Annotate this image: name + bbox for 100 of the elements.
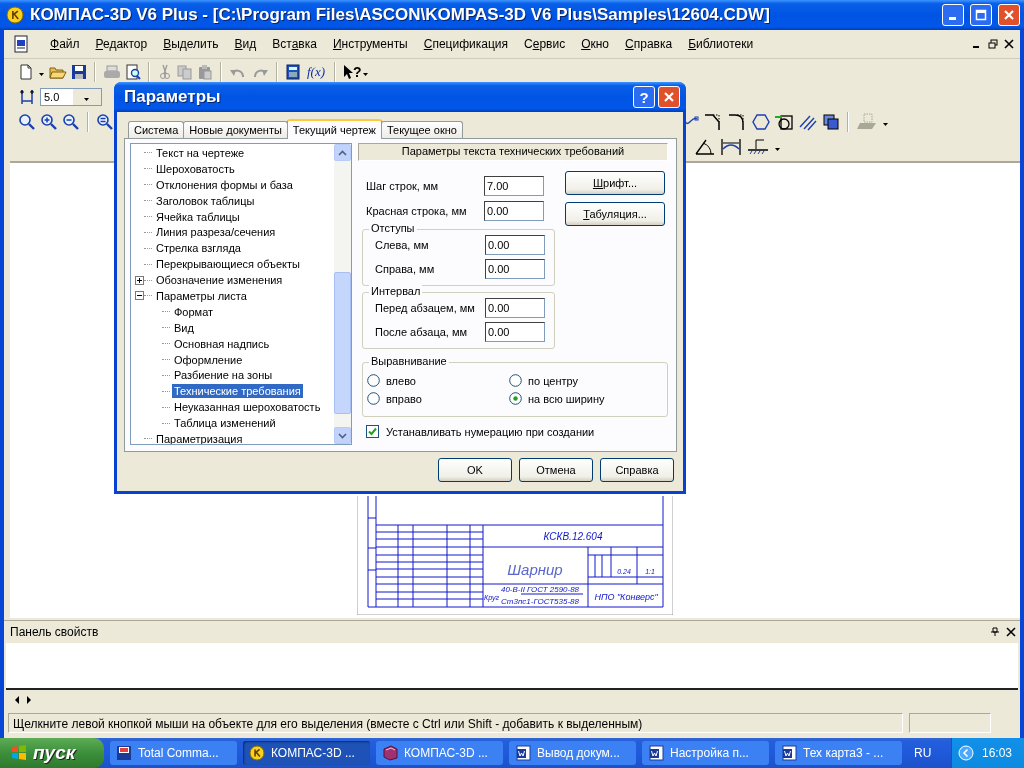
taskbar-item[interactable]: Total Comma... <box>110 741 237 765</box>
menu-item[interactable]: Вставка <box>266 35 323 53</box>
input-field[interactable]: 7.00 <box>484 175 544 196</box>
tree-item[interactable]: Параметры листа <box>154 288 249 303</box>
print-preview-icon[interactable] <box>125 63 141 80</box>
tree-item[interactable]: Заголовок таблицы <box>154 193 257 208</box>
radio-label: влево <box>386 374 416 387</box>
menu-item[interactable]: Инструменты <box>326 35 414 53</box>
close-button[interactable] <box>998 4 1020 26</box>
dialog-button[interactable]: Табуляция... <box>565 202 665 226</box>
document-icon[interactable] <box>12 35 30 53</box>
tree-item[interactable]: Ячейка таблицы <box>154 209 242 224</box>
menu-item[interactable]: Справка <box>619 35 679 53</box>
tree-item[interactable]: Шероховатость <box>154 161 237 176</box>
arc-dimension-icon[interactable] <box>720 136 742 157</box>
close-icon[interactable] <box>1006 627 1016 638</box>
material-text: 40-В-II ГОСТ 2590-88 <box>501 584 580 594</box>
scrollbar[interactable] <box>334 144 351 444</box>
restore-icon[interactable] <box>988 39 998 49</box>
minimize-button[interactable] <box>942 4 964 26</box>
pointer-icon[interactable] <box>343 63 354 80</box>
calculator-icon[interactable] <box>285 63 301 80</box>
zoom-all-icon[interactable] <box>96 112 114 131</box>
scroll-right-icon[interactable] <box>26 696 32 705</box>
input-field[interactable]: 0.00 <box>485 259 545 279</box>
radio-button[interactable] <box>509 392 522 405</box>
tree-item[interactable]: Технические требования <box>172 384 303 399</box>
input-field[interactable]: 0.00 <box>485 298 545 318</box>
start-button[interactable]: пуск <box>0 738 104 768</box>
menu-item[interactable]: Вид <box>228 35 263 53</box>
input-field[interactable]: 0.00 <box>485 322 545 342</box>
show-hidden-icons-icon[interactable] <box>957 745 974 761</box>
radio-label: на всю ширину <box>528 392 605 405</box>
help-pointer-button[interactable]: ? <box>343 63 369 80</box>
menu-item[interactable]: Библиотеки <box>682 35 760 53</box>
zoom-out-icon[interactable] <box>62 112 80 131</box>
rotate-copy-icon[interactable] <box>774 112 794 131</box>
tree-item[interactable]: Стрелка взгляда <box>154 241 243 256</box>
hatch-fill-icon[interactable] <box>822 112 840 131</box>
input-field[interactable]: 0.00 <box>484 200 544 221</box>
zoom-icon[interactable] <box>18 112 36 131</box>
tree-item[interactable]: Таблица изменений <box>172 416 278 431</box>
tab[interactable]: Текущий чертеж <box>286 119 382 139</box>
tab[interactable]: Текущее окно <box>380 121 463 138</box>
menu-item[interactable]: Сервис <box>518 35 572 53</box>
tree-item[interactable]: Вид <box>172 320 196 335</box>
polygon-icon[interactable] <box>752 112 770 131</box>
tab[interactable]: Система <box>128 121 185 138</box>
dialog-button[interactable]: OK <box>438 458 512 482</box>
expand-icon[interactable] <box>135 275 144 285</box>
scroll-up-icon[interactable] <box>338 149 347 156</box>
collapse-icon[interactable] <box>135 291 144 301</box>
maximize-icon[interactable] <box>975 9 987 21</box>
field-label: После абзаца, мм <box>374 326 469 338</box>
tree-item[interactable]: Формат <box>172 304 216 319</box>
taskbar-item[interactable]: Вывод докум... <box>509 741 636 765</box>
menu-item[interactable]: Окно <box>575 35 616 53</box>
document-icon <box>515 745 531 761</box>
radio-button[interactable] <box>367 374 380 387</box>
scroll-left-icon[interactable] <box>14 696 20 705</box>
tree-item[interactable]: Разбиение на зоны <box>172 368 275 383</box>
taskbar-item[interactable]: КОМПАС-3D ... <box>376 741 503 765</box>
language-indicator[interactable]: RU <box>914 746 932 760</box>
tree-item[interactable]: Оформление <box>172 352 245 367</box>
formula-button[interactable]: f(x) <box>305 63 328 80</box>
taskbar-item[interactable]: Тех карта3 - ... <box>775 741 902 765</box>
organization-name: НПО "Конверс" <box>594 591 658 602</box>
new-document-icon[interactable] <box>18 63 34 80</box>
tree-item[interactable]: Неуказанная шероховатость <box>172 400 323 415</box>
tree-item[interactable]: Обозначение изменения <box>154 273 285 288</box>
menu-item[interactable]: Редактор <box>89 35 154 53</box>
taskbar-item[interactable]: КОМПАС-3D ... <box>243 741 370 765</box>
maximize-button[interactable] <box>970 4 992 26</box>
tab[interactable]: Новые документы <box>183 121 288 138</box>
zoom-in-icon[interactable] <box>40 112 58 131</box>
tree-item[interactable]: Текст на чертеже <box>154 145 247 160</box>
tree-item[interactable]: Отклонения формы и база <box>154 177 295 192</box>
tree-item[interactable]: Перекрывающиеся объекты <box>154 257 302 272</box>
dialog-button[interactable]: Шрифт... <box>565 171 665 195</box>
dialog-button[interactable]: Справка <box>600 458 674 482</box>
tree-item[interactable]: Основная надпись <box>172 336 272 351</box>
help-button[interactable]: ? <box>633 86 655 108</box>
radio-button[interactable] <box>509 374 522 387</box>
close-icon[interactable] <box>1004 39 1014 49</box>
checkbox[interactable] <box>366 425 379 438</box>
input-field[interactable]: 0.00 <box>485 235 545 255</box>
save-icon[interactable] <box>71 63 87 80</box>
menu-item[interactable]: Файл <box>44 35 86 53</box>
step-combo[interactable]: 5.0 <box>40 87 102 106</box>
close-button[interactable] <box>658 86 680 108</box>
menu-item[interactable]: Спецификация <box>417 35 514 53</box>
menu-item[interactable]: Выделить <box>157 35 225 53</box>
scroll-down-icon[interactable] <box>338 432 347 439</box>
roughness-icon[interactable] <box>746 137 770 156</box>
pin-icon[interactable] <box>990 627 1000 638</box>
dialog-button[interactable]: Отмена <box>519 458 593 482</box>
taskbar-item[interactable]: Настройка п... <box>642 741 769 765</box>
group-title: Отступы <box>369 222 417 234</box>
tree-item[interactable]: Линия разреза/сечения <box>154 225 278 240</box>
radio-button[interactable] <box>367 392 380 405</box>
